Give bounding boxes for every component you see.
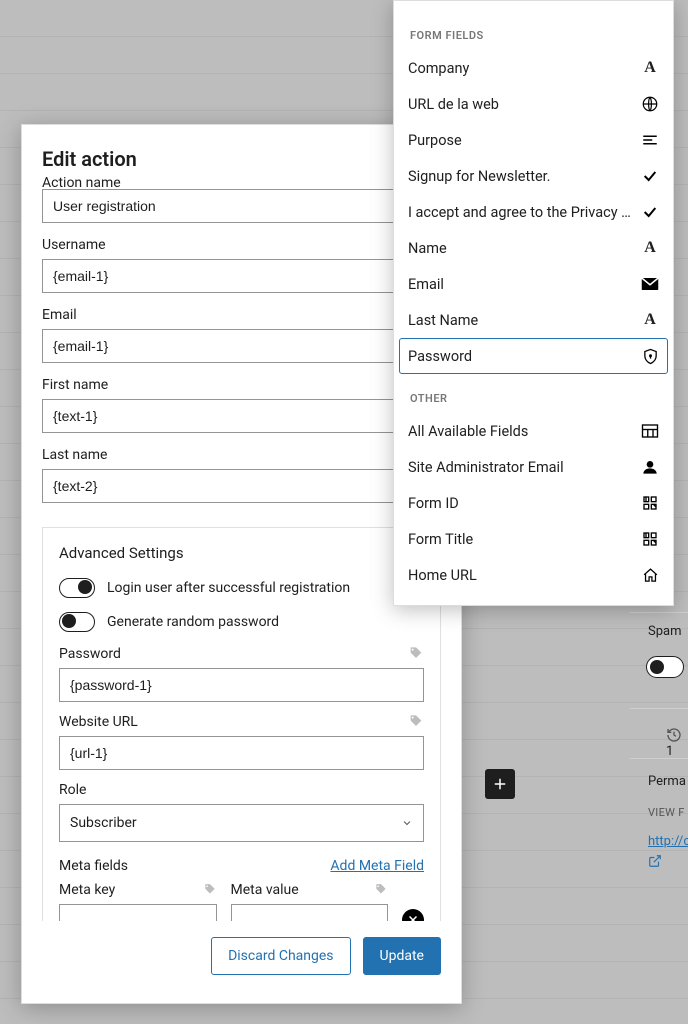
last-name-input[interactable] — [42, 469, 441, 503]
dropdown-item-label: Company — [408, 60, 641, 77]
chevron-down-icon — [401, 817, 413, 829]
dropdown-item-label: Home URL — [408, 567, 641, 584]
dropdown-item-company[interactable]: CompanyA — [394, 50, 673, 86]
plus-icon — [491, 775, 509, 793]
first-name-input[interactable] — [42, 399, 441, 433]
website-url-input[interactable] — [59, 736, 424, 770]
dropdown-section-form-fields: FORM FIELDS — [394, 9, 673, 50]
login-after-registration-toggle[interactable] — [59, 578, 95, 598]
dropdown-item-label: All Available Fields — [408, 423, 641, 440]
update-button[interactable]: Update — [363, 937, 441, 975]
home-icon — [641, 566, 659, 584]
dropdown-item-purpose[interactable]: Purpose — [394, 122, 673, 158]
dropdown-item-i-accept-and-agree-to-the-privacy-pol[interactable]: I accept and agree to the Privacy Pol... — [394, 194, 673, 230]
dropdown-item-url-de-la-web[interactable]: URL de la web — [394, 86, 673, 122]
field-picker-dropdown: FORM FIELDS CompanyAURL de la webPurpose… — [393, 0, 674, 606]
meta-value-label: Meta value — [231, 882, 299, 898]
role-select[interactable]: Subscriber — [59, 804, 424, 842]
dropdown-item-label: Name — [408, 240, 641, 257]
dropdown-item-site-administrator-email[interactable]: Site Administrator Email — [394, 449, 673, 485]
password-input[interactable] — [59, 668, 424, 702]
password-label: Password — [59, 646, 121, 662]
dropdown-item-signup-for-newsletter[interactable]: Signup for Newsletter. — [394, 158, 673, 194]
dropdown-item-email[interactable]: Email — [394, 266, 673, 302]
dropdown-item-label: Form ID — [408, 495, 641, 512]
dropdown-item-label: Last Name — [408, 312, 641, 329]
action-name-input[interactable] — [42, 189, 441, 223]
dropdown-item-label: Signup for Newsletter. — [408, 168, 641, 185]
dropdown-item-name[interactable]: NameA — [394, 230, 673, 266]
shield-lock-icon — [641, 347, 659, 365]
letter-a-icon: A — [641, 239, 659, 257]
dropdown-item-label: Email — [408, 276, 641, 293]
dropdown-item-last-name[interactable]: Last NameA — [394, 302, 673, 338]
letter-a-icon: A — [641, 59, 659, 77]
email-label: Email — [42, 307, 441, 323]
generate-random-password-toggle[interactable] — [59, 612, 95, 632]
add-block-button[interactable] — [485, 769, 515, 799]
advanced-settings-title: Advanced Settings — [59, 544, 424, 562]
role-label: Role — [59, 782, 86, 798]
dropdown-section-other: OTHER — [394, 374, 673, 413]
meta-key-label: Meta key — [59, 882, 115, 898]
action-name-label: Action name — [42, 175, 441, 189]
table-icon — [641, 422, 659, 440]
dropdown-item-all-available-fields[interactable]: All Available Fields — [394, 413, 673, 449]
qr-icon — [641, 530, 659, 548]
discard-changes-button[interactable]: Discard Changes — [211, 937, 350, 975]
tag-icon[interactable] — [408, 714, 424, 730]
qr-icon — [641, 494, 659, 512]
dropdown-item-form-id[interactable]: Form ID — [394, 485, 673, 521]
dropdown-item-home-url[interactable]: Home URL — [394, 557, 673, 593]
tag-icon[interactable] — [203, 883, 217, 897]
letter-a-icon: A — [641, 311, 659, 329]
mail-icon — [641, 275, 659, 293]
role-select-value: Subscriber — [70, 815, 137, 831]
dropdown-item-label: Form Title — [408, 531, 641, 548]
first-name-label: First name — [42, 377, 441, 393]
advanced-settings-card: Advanced Settings Login user after succe… — [42, 527, 441, 955]
user-icon — [641, 458, 659, 476]
check-icon — [641, 203, 659, 221]
meta-fields-label: Meta fields — [59, 858, 128, 874]
username-input[interactable] — [42, 259, 441, 293]
add-meta-field-link[interactable]: Add Meta Field — [330, 858, 424, 874]
dropdown-item-label: URL de la web — [408, 96, 641, 113]
modal-footer: Discard Changes Update — [22, 921, 461, 1003]
dropdown-item-label: Password — [408, 348, 641, 365]
dropdown-item-label: I accept and agree to the Privacy Pol... — [408, 204, 641, 221]
login-after-registration-label: Login user after successful registration — [107, 580, 350, 596]
username-label: Username — [42, 237, 441, 253]
dropdown-item-form-title[interactable]: Form Title — [394, 521, 673, 557]
globe-icon — [641, 95, 659, 113]
dropdown-item-label: Site Administrator Email — [408, 459, 641, 476]
check-icon — [641, 167, 659, 185]
tag-icon[interactable] — [374, 883, 388, 897]
website-url-label: Website URL — [59, 714, 138, 730]
generate-random-password-label: Generate random password — [107, 614, 279, 630]
email-input[interactable] — [42, 329, 441, 363]
last-name-label: Last name — [42, 447, 441, 463]
tag-icon[interactable] — [408, 646, 424, 662]
dropdown-item-label: Purpose — [408, 132, 641, 149]
lines-icon — [641, 131, 659, 149]
dropdown-item-password[interactable]: Password — [399, 338, 668, 374]
